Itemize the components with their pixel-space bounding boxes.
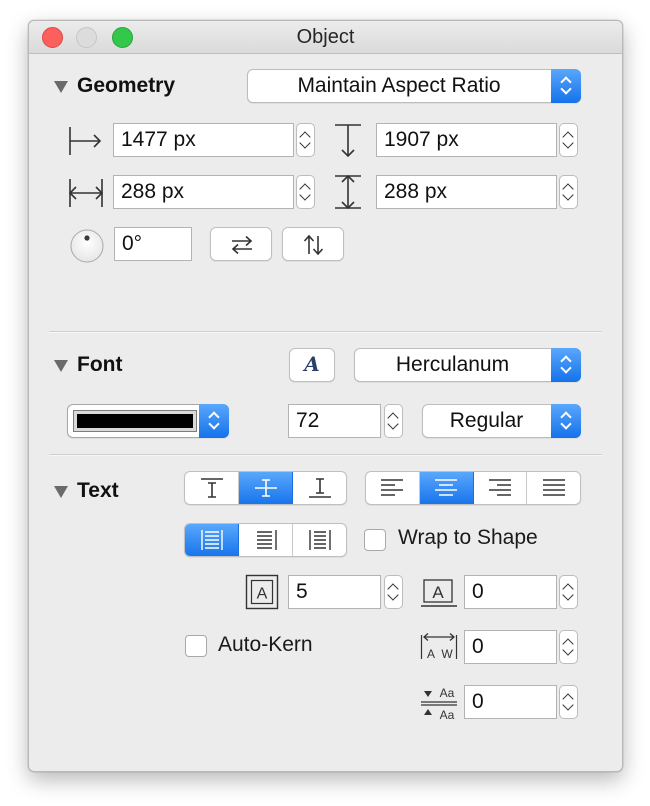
geometry-divider bbox=[49, 331, 602, 333]
kerning-field[interactable]: 0 bbox=[464, 630, 557, 664]
font-size-stepper[interactable] bbox=[384, 404, 403, 438]
text-inset-stepper[interactable] bbox=[384, 575, 403, 609]
baseline-shift-field[interactable]: 0 bbox=[464, 575, 557, 609]
auto-kern-label: Auto-Kern bbox=[218, 633, 313, 656]
svg-text:A: A bbox=[427, 647, 435, 661]
text-section-title: Text bbox=[77, 479, 119, 502]
height-field[interactable]: 288 px bbox=[376, 175, 557, 209]
text-placement-control bbox=[184, 523, 347, 557]
line-spacing-field[interactable]: 0 bbox=[464, 685, 557, 719]
geometry-section-title: Geometry bbox=[77, 74, 176, 97]
width-icon bbox=[68, 179, 104, 207]
line-spacing-stepper[interactable] bbox=[559, 685, 578, 719]
font-style-label: Regular bbox=[449, 409, 524, 432]
x-position-field[interactable]: 1477 px bbox=[113, 123, 294, 157]
wrap-to-shape-label: Wrap to Shape bbox=[398, 526, 538, 549]
y-position-field[interactable]: 1907 px bbox=[376, 123, 557, 157]
text-block-full-icon bbox=[200, 530, 223, 550]
align-justify-button[interactable] bbox=[527, 472, 580, 504]
align-center-button[interactable] bbox=[419, 472, 474, 504]
aspect-ratio-popup-label: Maintain Aspect Ratio bbox=[297, 74, 501, 97]
text-inset-icon: A bbox=[245, 574, 279, 610]
font-family-label: Herculanum bbox=[395, 353, 510, 376]
line-spacing-icon: Aa Aa bbox=[421, 686, 457, 721]
flip-horizontal-button[interactable] bbox=[210, 227, 272, 261]
rotation-knob-icon[interactable] bbox=[69, 228, 105, 264]
kerning-icon: A W bbox=[420, 633, 458, 661]
text-placement-full-button[interactable] bbox=[185, 524, 239, 556]
text-placement-inset-button[interactable] bbox=[239, 524, 293, 556]
align-right-button[interactable] bbox=[474, 472, 528, 504]
window-title: Object bbox=[296, 26, 355, 48]
text-disclosure-triangle-icon[interactable] bbox=[54, 486, 68, 498]
font-color-swatch bbox=[77, 414, 193, 428]
popup-arrows-icon bbox=[551, 348, 581, 382]
auto-kern-checkbox[interactable] bbox=[185, 635, 207, 657]
align-justify-icon bbox=[542, 479, 565, 496]
align-top-button[interactable] bbox=[185, 472, 239, 504]
font-size-field[interactable]: 72 bbox=[288, 404, 381, 438]
rotation-field[interactable]: 0° bbox=[114, 227, 192, 261]
font-style-popup[interactable]: Regular bbox=[422, 404, 581, 438]
align-bottom-icon bbox=[308, 478, 331, 498]
align-bottom-button[interactable] bbox=[293, 472, 346, 504]
align-center-icon bbox=[435, 479, 458, 496]
svg-text:A: A bbox=[257, 586, 268, 603]
align-top-icon bbox=[200, 478, 223, 498]
align-left-button[interactable] bbox=[366, 472, 420, 504]
align-middle-icon bbox=[254, 479, 277, 497]
text-placement-outset-button[interactable] bbox=[293, 524, 346, 556]
text-inset-field[interactable]: 5 bbox=[288, 575, 381, 609]
font-family-popup[interactable]: Herculanum bbox=[354, 348, 581, 382]
vertical-alignment-control bbox=[184, 471, 347, 505]
width-field[interactable]: 288 px bbox=[113, 175, 294, 209]
svg-text:Aa: Aa bbox=[440, 686, 455, 700]
popup-arrows-icon bbox=[551, 69, 581, 103]
popup-arrows-icon bbox=[199, 404, 229, 438]
x-position-stepper[interactable] bbox=[296, 123, 315, 157]
flip-vertical-icon bbox=[303, 234, 324, 256]
flip-horizontal-icon bbox=[231, 235, 253, 255]
horizontal-alignment-control bbox=[365, 471, 581, 505]
svg-text:Aa: Aa bbox=[440, 708, 455, 721]
flip-vertical-button[interactable] bbox=[282, 227, 344, 261]
align-right-icon bbox=[488, 479, 511, 496]
width-stepper[interactable] bbox=[296, 175, 315, 209]
y-position-stepper[interactable] bbox=[559, 123, 578, 157]
text-block-inset-icon bbox=[256, 530, 277, 550]
baseline-shift-stepper[interactable] bbox=[559, 575, 578, 609]
popup-arrows-icon bbox=[551, 404, 581, 438]
wrap-to-shape-checkbox[interactable] bbox=[364, 529, 386, 551]
height-icon bbox=[335, 174, 361, 210]
object-inspector-window: Object Geometry Maintain Aspect Ratio 14… bbox=[28, 20, 623, 772]
baseline-shift-icon: A bbox=[421, 579, 457, 607]
title-bar: Object bbox=[29, 21, 622, 54]
height-stepper[interactable] bbox=[559, 175, 578, 209]
y-position-icon bbox=[335, 124, 361, 158]
align-left-icon bbox=[381, 479, 404, 496]
geometry-disclosure-triangle-icon[interactable] bbox=[54, 81, 68, 93]
x-position-icon bbox=[69, 127, 102, 155]
svg-text:W: W bbox=[441, 647, 453, 661]
aspect-ratio-popup[interactable]: Maintain Aspect Ratio bbox=[247, 69, 581, 103]
text-block-outset-icon bbox=[308, 530, 331, 550]
font-disclosure-triangle-icon[interactable] bbox=[54, 360, 68, 372]
font-section-title: Font bbox=[77, 353, 123, 376]
kerning-stepper[interactable] bbox=[559, 630, 578, 664]
font-italic-a-icon: A bbox=[304, 352, 320, 376]
font-panel-button[interactable]: A bbox=[289, 348, 335, 382]
align-middle-button[interactable] bbox=[239, 472, 293, 504]
font-color-well[interactable] bbox=[67, 404, 229, 438]
font-divider bbox=[49, 454, 602, 456]
svg-text:A: A bbox=[432, 583, 444, 602]
